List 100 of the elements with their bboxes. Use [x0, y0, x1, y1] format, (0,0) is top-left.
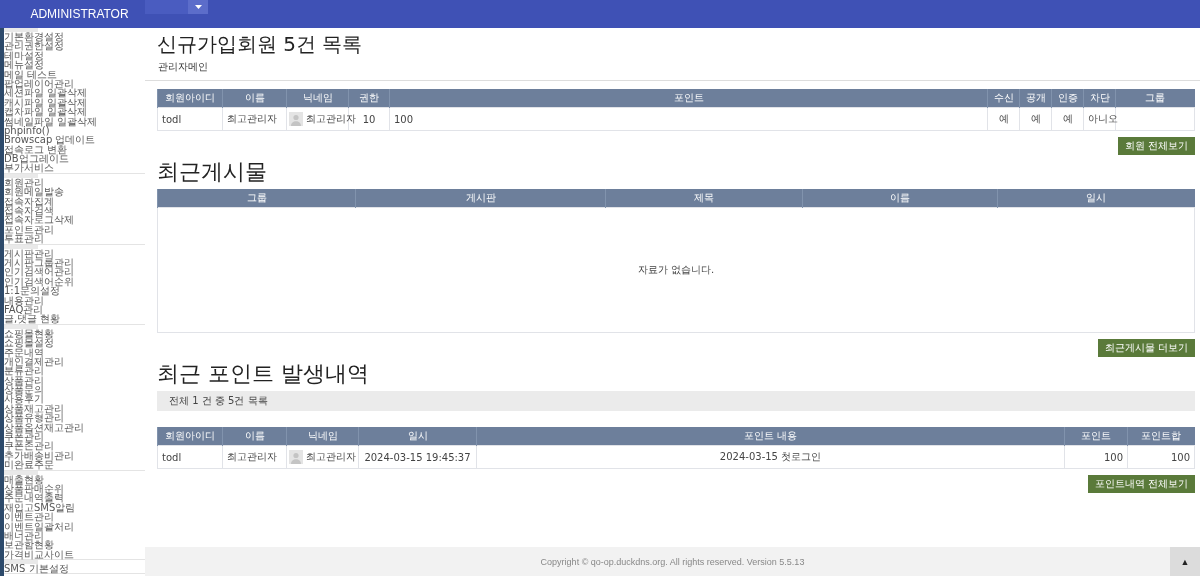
column-header: 제목	[605, 189, 803, 208]
sidebar-item[interactable]: 배너관리	[4, 530, 44, 541]
table-cell: 100	[389, 107, 988, 131]
sidebar-item[interactable]: 분류관리	[4, 366, 44, 376]
column-header: 이름	[222, 89, 287, 108]
column-header: 차단	[1083, 89, 1116, 108]
table-cell: 예	[1019, 107, 1052, 131]
sidebar-item[interactable]: 쿠폰관리	[4, 432, 44, 442]
sidebar-item[interactable]: 기본환경설정	[4, 32, 64, 42]
sidebar-item[interactable]: 인기검색어순위	[4, 276, 74, 287]
table-cell: 2024-03-15 19:45:37	[358, 445, 477, 469]
sidebar-item[interactable]: DB업그레이드	[4, 154, 69, 164]
column-header: 닉네임	[286, 89, 349, 108]
table-cell: 예	[1051, 107, 1084, 131]
menu-icon-placeholder[interactable]	[4, 560, 38, 565]
page-title: 신규가입회원 5건 목록	[157, 32, 364, 56]
sidebar-item[interactable]: 가격비교사이트	[4, 549, 74, 560]
sidebar-item[interactable]: SMS 기본설정	[4, 564, 69, 574]
column-header: 그룹	[1115, 89, 1195, 108]
sidebar-item[interactable]: 회원관리	[4, 177, 44, 188]
sidebar-item[interactable]: 썸네일파일 일괄삭제	[4, 116, 98, 126]
column-header: 포인트	[1064, 427, 1128, 446]
table-cell: 2024-03-15 첫로그인	[476, 445, 1065, 469]
sidebar-item[interactable]: 테마설정	[4, 50, 44, 61]
sidebar-item[interactable]: 쿠폰존관리	[4, 441, 54, 451]
column-header: 포인트합	[1127, 427, 1195, 446]
table-cell: 예	[987, 107, 1020, 131]
table-cell: 100	[1127, 445, 1195, 469]
sidebar-item[interactable]: 캐시파일 일괄삭제	[4, 97, 88, 108]
sidebar-item[interactable]: 세션파일 일괄삭제	[4, 88, 88, 98]
column-header: 이름	[222, 427, 287, 446]
avatar-icon	[289, 450, 303, 464]
sidebar-item[interactable]: 쇼핑몰설정	[4, 338, 54, 348]
sidebar-item[interactable]: 투표관리	[4, 234, 44, 244]
sidebar-item[interactable]: 접속자로그삭제	[4, 215, 74, 225]
sidebar-item[interactable]: 상품재고관리	[4, 403, 64, 414]
sidebar-item[interactable]: 메뉴설정	[4, 60, 44, 70]
view-all-button[interactable]: 최근게시물 더보기	[1097, 339, 1195, 357]
sidebar-item[interactable]: 내용관리	[4, 295, 44, 305]
sidebar-item[interactable]: 글,댓글 현황	[4, 314, 61, 324]
column-header: 닉네임	[286, 427, 359, 446]
sidebar-item[interactable]: 팝업레이어관리	[4, 78, 74, 89]
sidebar-item[interactable]: 캡차파일 일괄삭제	[4, 107, 88, 117]
caret-icon	[194, 5, 202, 9]
avatar-icon	[289, 112, 303, 126]
sidebar-item[interactable]: 포인트관리	[4, 224, 54, 235]
column-header: 그룹	[157, 189, 356, 208]
sidebar-item[interactable]: 상품옵션재고관리	[4, 422, 84, 432]
table-cell: 최고관리자	[222, 107, 287, 131]
sidebar-item[interactable]: 게시판그룹관리	[4, 258, 74, 268]
sidebar-item[interactable]: 주문내역출력	[4, 493, 64, 503]
column-header: 포인트	[389, 89, 988, 108]
sidebar-item[interactable]: Browscap 업데이트	[4, 135, 96, 145]
column-header: 인증	[1051, 89, 1084, 108]
sidebar-item[interactable]: 이벤트일괄처리	[4, 521, 74, 531]
sidebar-item[interactable]: 개인결제관리	[4, 356, 64, 367]
sidebar-item[interactable]: 인기검색어관리	[4, 267, 74, 277]
sidebar-item[interactable]: 상품유형관리	[4, 413, 64, 423]
column-header: 회원아이디	[157, 427, 223, 446]
brand-title[interactable]: ADMINISTRATOR	[0, 0, 145, 28]
nickname-text: 최고관리자	[306, 112, 356, 126]
sidebar-item[interactable]: 보관함현황	[4, 540, 54, 550]
sidebar-item[interactable]: 접속로그 변환	[4, 144, 68, 155]
sidebar-item[interactable]: 메일 테스트	[4, 69, 58, 79]
sidebar-item[interactable]: 회원메일발송	[4, 187, 64, 197]
table-cell: 최고관리자	[222, 445, 287, 469]
sidebar-item[interactable]: 부가서비스	[4, 163, 54, 173]
column-header: 이름	[802, 189, 998, 208]
sidebar-item[interactable]: 쇼핑몰현황	[4, 328, 54, 339]
sidebar-item[interactable]: 접속자집계	[4, 196, 54, 207]
sidebar-item[interactable]: phpinfo()	[4, 125, 50, 136]
sidebar-item[interactable]: FAQ관리	[4, 304, 44, 315]
copyright-text: Copyright © qo-op.duckdns.org. All rights reserved. Version 5.5.13	[540, 556, 805, 567]
summary-text: 전체 1 건 중 5건 목록	[169, 394, 268, 408]
sidebar-item[interactable]: 사용후기	[4, 394, 44, 404]
sidebar-item[interactable]: 추가배송비관리	[4, 450, 74, 461]
table-cell: 아니오	[1083, 107, 1116, 131]
sidebar-item[interactable]: 미완료주문	[4, 460, 54, 470]
table-cell: 100	[1064, 445, 1128, 469]
sidebar-item[interactable]: 관리권한설정	[4, 41, 64, 51]
column-header: 일시	[997, 189, 1195, 208]
column-header: 포인트 내용	[476, 427, 1065, 446]
sidebar-item[interactable]: 1:1문의설정	[4, 286, 61, 296]
sidebar-item[interactable]: 이벤트관리	[4, 512, 54, 522]
breadcrumb: 관리자메인	[158, 60, 209, 74]
view-all-button[interactable]: 포인트내역 전체보기	[1087, 475, 1195, 493]
scroll-top-button[interactable]: ▲	[1170, 547, 1200, 576]
sidebar-item[interactable]: 접속자검색	[4, 206, 54, 216]
sidebar-item[interactable]: 상품판매순위	[4, 483, 64, 494]
dropdown-button[interactable]	[188, 0, 208, 14]
sidebar-item[interactable]: 상품문의	[4, 385, 44, 395]
column-header: 회원아이디	[157, 89, 223, 108]
view-all-button[interactable]: 회원 전체보기	[1117, 137, 1195, 155]
column-header: 공개	[1019, 89, 1052, 108]
sidebar-item[interactable]: 재입고SMS알림	[4, 502, 76, 513]
sidebar-item[interactable]: 매출현황	[4, 474, 44, 484]
sidebar-item[interactable]: 상품관리	[4, 375, 44, 386]
section-title: 최근게시물	[157, 159, 268, 185]
sidebar-item[interactable]: 주문내역	[4, 347, 44, 357]
sidebar-item[interactable]: 게시판관리	[4, 248, 54, 258]
